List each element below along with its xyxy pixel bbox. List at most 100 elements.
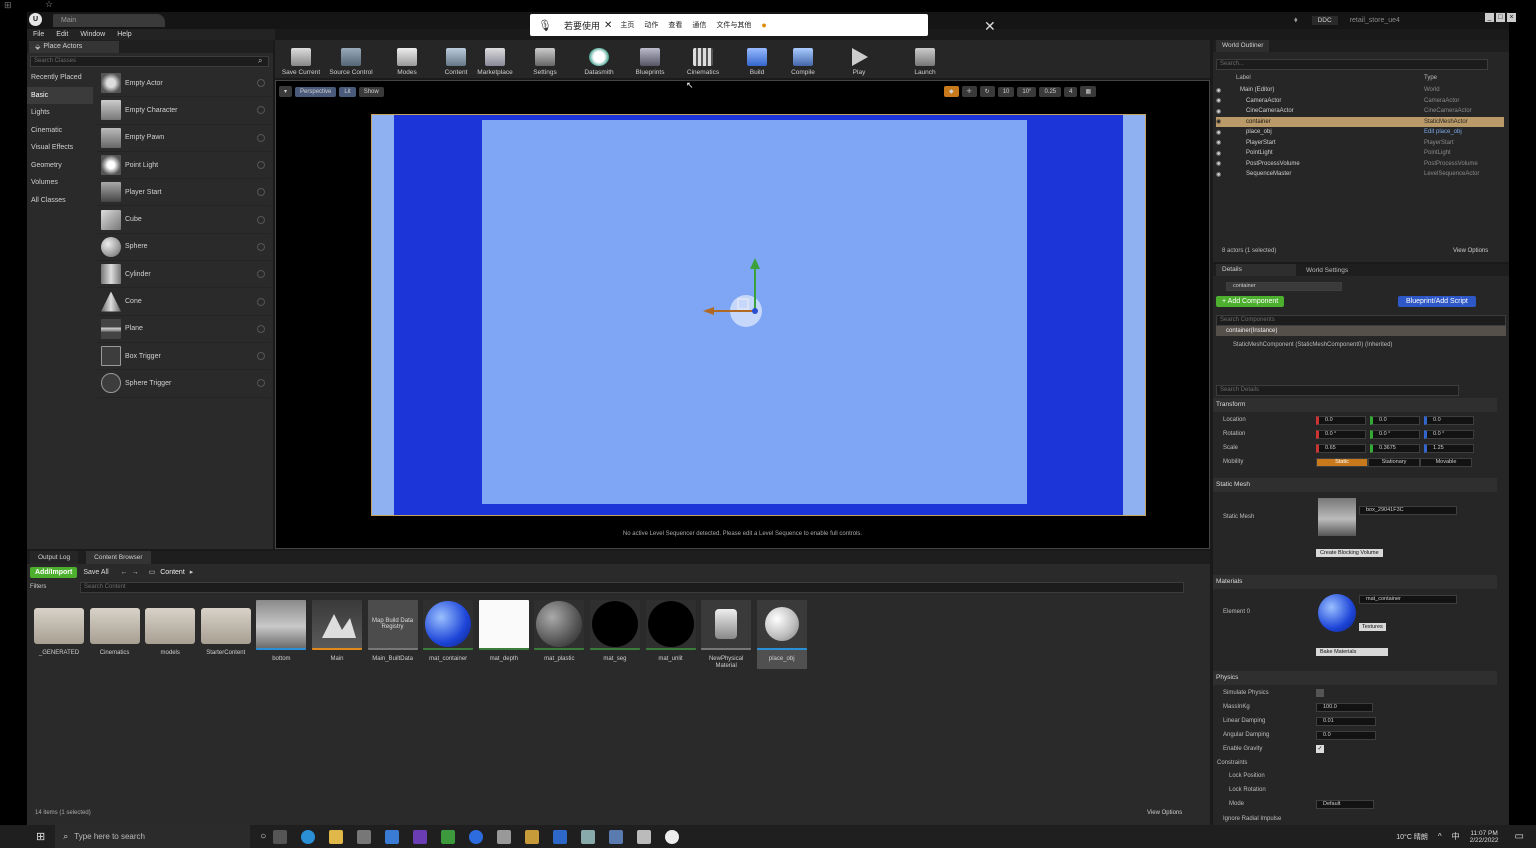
rotation-y[interactable]: 0.0 °: [1370, 430, 1420, 439]
file-explorer-icon[interactable]: [329, 829, 344, 844]
actor-name-field[interactable]: container: [1226, 282, 1342, 291]
maximize-icon[interactable]: □: [1496, 13, 1505, 22]
enable-gravity-checkbox[interactable]: ✓: [1316, 745, 1324, 753]
menu-file[interactable]: File: [33, 31, 44, 38]
angular-damping-field[interactable]: 0.0: [1316, 731, 1376, 740]
actor-item[interactable]: Cube: [97, 206, 271, 234]
gizmo-center[interactable]: [752, 308, 758, 314]
instance-row[interactable]: container(Instance): [1216, 326, 1506, 336]
menu-edit[interactable]: Edit: [56, 31, 68, 38]
static-mesh-picker[interactable]: box_29041F3C: [1359, 506, 1457, 515]
outliner-row[interactable]: ◉ Main (Editor) World: [1216, 85, 1504, 96]
textures-dropdown[interactable]: Textures: [1359, 623, 1386, 631]
back-arrow-icon[interactable]: ←: [121, 569, 128, 576]
category-visual-effects[interactable]: Visual Effects: [27, 139, 93, 157]
visual-studio-icon[interactable]: [413, 829, 428, 844]
actor-item[interactable]: Sphere Trigger: [97, 370, 271, 398]
eye-icon[interactable]: ◉: [1216, 118, 1246, 125]
material-picker[interactable]: mat_container: [1359, 595, 1457, 604]
help-icon[interactable]: [257, 242, 265, 251]
rotation-label[interactable]: Rotation: [1223, 431, 1245, 437]
world-outliner-tab[interactable]: World Outliner: [1216, 40, 1270, 52]
actor-item[interactable]: Empty Pawn: [97, 125, 271, 152]
eye-icon[interactable]: ◉: [1216, 150, 1246, 157]
app-teal-icon[interactable]: [581, 829, 596, 844]
unreal-taskbar-icon[interactable]: [665, 829, 680, 844]
viewport-menu-button[interactable]: ▾: [279, 86, 293, 97]
filters-button[interactable]: Filters: [30, 584, 80, 590]
actor-item[interactable]: Box Trigger: [97, 343, 271, 371]
notification-icon[interactable]: ▭: [1515, 831, 1524, 842]
material-thumbnail[interactable]: [1318, 594, 1356, 632]
outliner-row[interactable]: ◉ PlayerStart PlayerStart: [1216, 138, 1504, 149]
actor-item[interactable]: Player Start: [97, 179, 271, 207]
menu-window[interactable]: Window: [80, 31, 105, 38]
actor-item[interactable]: Point Light: [97, 152, 271, 180]
component-row[interactable]: StaticMeshComponent (StaticMeshComponent…: [1233, 342, 1392, 348]
build-button[interactable]: Build: [728, 42, 786, 76]
unity-icon[interactable]: [497, 829, 512, 844]
search-content-input[interactable]: Search Content: [80, 581, 1184, 593]
app-blue-icon[interactable]: [469, 829, 484, 844]
eye-icon[interactable]: ◉: [1216, 108, 1246, 115]
ime-item-files[interactable]: 文件与其他: [716, 20, 751, 30]
help-icon[interactable]: [257, 215, 265, 224]
asset-tile[interactable]: Cinematics: [89, 600, 140, 657]
rotate-icon[interactable]: ↻: [979, 86, 995, 97]
asset-tile[interactable]: mat_plastic: [534, 600, 585, 663]
scale-label[interactable]: Scale: [1223, 445, 1238, 451]
actor-item[interactable]: Plane: [97, 316, 271, 343]
taskbar-search[interactable]: ⌕ Type here to search: [55, 825, 251, 848]
outliner-row[interactable]: ◉ SequenceMaster LevelSequenceActor: [1216, 169, 1504, 180]
actor-item[interactable]: Empty Character: [97, 97, 271, 125]
category-all-classes[interactable]: All Classes: [27, 192, 93, 210]
chevron-up-icon[interactable]: ^: [1438, 832, 1442, 841]
ime-item-home[interactable]: 主页: [620, 20, 634, 30]
menu-help[interactable]: Help: [117, 31, 131, 38]
datasmith-button[interactable]: Datasmith: [576, 42, 622, 76]
asset-tile[interactable]: StarterContent: [200, 600, 251, 657]
show-button[interactable]: Show: [358, 86, 384, 97]
help-icon[interactable]: [257, 270, 265, 279]
source-control-button[interactable]: Source Control: [324, 42, 378, 76]
windows-start-icon[interactable]: ⊞: [36, 830, 45, 843]
launch-button[interactable]: Launch: [908, 42, 942, 76]
outliner-row[interactable]: ◉ CineCameraActor CineCameraActor: [1216, 106, 1504, 117]
location-x[interactable]: 0.0: [1316, 416, 1366, 425]
marketplace-button[interactable]: Marketplace: [476, 42, 514, 76]
ime-item-comm[interactable]: 通信: [692, 20, 706, 30]
app-grey-icon[interactable]: [637, 829, 652, 844]
perspective-button[interactable]: Perspective: [295, 86, 337, 97]
category-lights[interactable]: Lights: [27, 104, 93, 122]
ime-item-actions[interactable]: 动作: [644, 20, 658, 30]
transform-gizmo[interactable]: [698, 255, 778, 335]
scale-y[interactable]: 0.3675: [1370, 444, 1420, 453]
outliner-row[interactable]: ◉ PostProcessVolume PostProcessVolume: [1216, 159, 1504, 170]
eye-icon[interactable]: ◉: [1216, 139, 1246, 146]
select-mode-icon[interactable]: ◆: [944, 86, 959, 97]
tab-content-browser[interactable]: Content Browser: [86, 551, 151, 564]
save-current-button[interactable]: Save Current: [278, 42, 324, 76]
actor-item[interactable]: Empty Actor: [97, 70, 271, 98]
mobility-static[interactable]: Static: [1316, 458, 1368, 467]
ime-close-icon[interactable]: ✕: [604, 20, 612, 31]
outliner-row[interactable]: ◉ CameraActor CameraActor: [1216, 96, 1504, 107]
level-tab[interactable]: Main: [53, 14, 165, 27]
category-volumes[interactable]: Volumes: [27, 174, 93, 192]
simulate-physics-checkbox[interactable]: [1316, 689, 1324, 697]
microphone-icon[interactable]: 🎙: [538, 19, 552, 32]
help-icon[interactable]: [257, 352, 265, 361]
app-grid-icon[interactable]: [609, 829, 624, 844]
asset-tile[interactable]: mat_depth: [478, 600, 529, 663]
clock[interactable]: 11:07 PM 2/22/2022: [1470, 830, 1499, 844]
world-settings-tab[interactable]: World Settings: [1306, 267, 1348, 274]
mode-dropdown[interactable]: Default: [1316, 800, 1374, 809]
scale-x[interactable]: 0.65: [1316, 444, 1366, 453]
store-icon[interactable]: [357, 829, 372, 844]
location-z[interactable]: 0.0: [1424, 416, 1474, 425]
save-all-button[interactable]: Save All: [83, 569, 108, 576]
place-actors-tab[interactable]: ⬙ Place Actors: [29, 40, 119, 53]
bake-materials-button[interactable]: Bake Materials: [1316, 648, 1388, 656]
scale-snap-value[interactable]: 0.25: [1039, 86, 1062, 97]
location-label[interactable]: Location: [1223, 417, 1246, 423]
